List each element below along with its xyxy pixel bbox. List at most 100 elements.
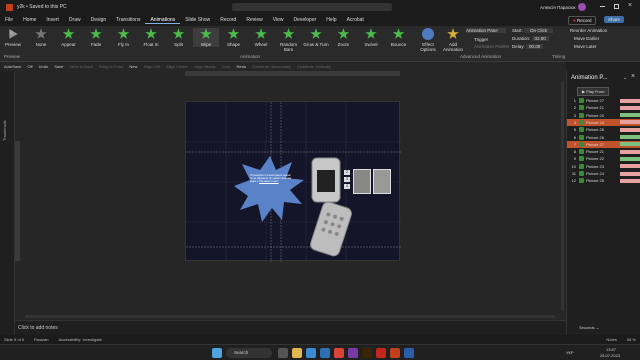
- duration-input[interactable]: 02.00: [531, 36, 549, 41]
- menu-draw[interactable]: Draw: [64, 17, 86, 23]
- qat-off[interactable]: Off: [27, 64, 32, 69]
- delay-input[interactable]: 00.00: [526, 44, 544, 49]
- menu-developer[interactable]: Developer: [288, 17, 321, 23]
- animation-item[interactable]: 3 Picture 20: [567, 112, 640, 119]
- thumbnails-panel[interactable]: Thumbnails: [0, 71, 15, 335]
- qat-align-left[interactable]: Align Left: [143, 64, 160, 69]
- clock-date[interactable]: 28.07.2023: [600, 353, 620, 358]
- animation-item[interactable]: 9 Picture 22: [567, 155, 640, 162]
- task-view-icon[interactable]: [278, 348, 288, 358]
- notes-toggle[interactable]: Notes: [606, 337, 616, 342]
- preview-button[interactable]: Preview: [4, 28, 22, 47]
- animation-pane-button[interactable]: Animation Pane: [466, 28, 506, 33]
- windows-start-icon[interactable]: [212, 348, 222, 358]
- pane-dropdown-icon[interactable]: ⌄: [623, 75, 627, 81]
- acrobat-icon[interactable]: [376, 348, 386, 358]
- qat-bring-to-front[interactable]: Bring to Front: [99, 64, 123, 69]
- animation-timeline-bar[interactable]: [620, 113, 640, 118]
- animation-timeline-bar[interactable]: [620, 120, 640, 125]
- language-indicator[interactable]: Russian: [34, 337, 48, 342]
- trigger-button[interactable]: Trigger: [474, 37, 488, 42]
- effect-swivel[interactable]: Swivel: [358, 28, 384, 47]
- animation-timeline-bar[interactable]: [620, 135, 640, 139]
- slide-canvas[interactable]: Отримувати та виконувати надані та за за…: [15, 71, 566, 320]
- move-earlier-button[interactable]: Move Earlier: [574, 36, 599, 41]
- menu-help[interactable]: Help: [321, 17, 341, 23]
- user-name[interactable]: Алексія Парасюк: [540, 5, 575, 10]
- zoom-level[interactable]: 56 %: [627, 337, 636, 342]
- slide-counter[interactable]: Slide 5 of 5: [4, 337, 24, 342]
- browser-icon[interactable]: [306, 348, 316, 358]
- qat-align-center[interactable]: Align Center: [166, 64, 188, 69]
- effect-shape[interactable]: Shape: [221, 28, 247, 47]
- qat-distribute-vertically[interactable]: Distribute Vertically: [297, 64, 331, 69]
- menu-record[interactable]: Record: [215, 17, 241, 23]
- notes-area[interactable]: Click to add notes: [15, 320, 566, 335]
- menu-home[interactable]: Home: [18, 17, 41, 23]
- taskbar-search[interactable]: Search: [226, 348, 272, 358]
- powerpoint-icon[interactable]: [390, 348, 400, 358]
- animation-item[interactable]: 7 Picture 27: [567, 140, 640, 148]
- effect-grow-turn[interactable]: Grow & Turn: [303, 28, 329, 47]
- burst-link[interactable]: Поставити текст: [259, 180, 279, 183]
- animation-item[interactable]: 4 Picture 24: [567, 118, 640, 126]
- clock-time[interactable]: 13:57: [606, 347, 616, 352]
- menu-animations[interactable]: Animations: [145, 17, 181, 24]
- menu-slideshow[interactable]: Slide Show: [180, 17, 215, 23]
- share-button[interactable]: Share: [604, 16, 625, 23]
- animation-item[interactable]: 11 Picture 24: [567, 170, 640, 177]
- slide[interactable]: Отримувати та виконувати надані та за за…: [185, 101, 401, 262]
- animation-timeline-bar[interactable]: [620, 98, 640, 103]
- animation-timeline-bar[interactable]: [620, 171, 640, 176]
- mail-icon[interactable]: [320, 348, 330, 358]
- effect-wheel[interactable]: Wheel: [248, 28, 274, 47]
- qat-crop[interactable]: Crop: [222, 64, 231, 69]
- menu-file[interactable]: File: [0, 17, 18, 23]
- qat-autosave[interactable]: AutoSave: [4, 64, 21, 69]
- animation-timeline-bar[interactable]: [620, 149, 640, 154]
- chrome-icon[interactable]: [334, 348, 344, 358]
- picture-2[interactable]: [373, 169, 391, 194]
- record-button[interactable]: ● Record: [568, 16, 597, 25]
- effect-random-bars[interactable]: Random Bars: [276, 28, 302, 52]
- word-icon[interactable]: [404, 348, 414, 358]
- qat-new[interactable]: New: [129, 64, 137, 69]
- picture-1[interactable]: [353, 169, 371, 194]
- effect-split[interactable]: Split: [166, 28, 192, 47]
- start-select[interactable]: On Click: [524, 28, 554, 33]
- accessibility-indicator[interactable]: Accessibility: Investigate: [58, 337, 101, 342]
- qat-save[interactable]: Save: [54, 64, 63, 69]
- animation-item[interactable]: 10 Picture 23: [567, 163, 640, 170]
- animation-timeline-bar[interactable]: [620, 164, 640, 169]
- effect-options-button[interactable]: Effect Options: [418, 28, 438, 52]
- animation-item[interactable]: 2 Picture 21: [567, 104, 640, 111]
- menu-design[interactable]: Design: [86, 17, 112, 23]
- animation-timeline-bar[interactable]: [620, 127, 640, 132]
- animation-item[interactable]: 12 Picture 25: [567, 177, 640, 184]
- play-from-button[interactable]: ▶ Play From: [577, 87, 610, 96]
- effect-fly-in[interactable]: Fly In: [111, 28, 137, 47]
- minimize-icon[interactable]: [600, 6, 605, 7]
- qat-align-middle[interactable]: Align Middle: [194, 64, 216, 69]
- avatar[interactable]: [578, 3, 586, 11]
- seconds-dropdown[interactable]: Seconds ⌄: [579, 325, 599, 330]
- animation-timeline-bar[interactable]: [620, 105, 640, 110]
- animation-item[interactable]: 6 Picture 26: [567, 134, 640, 141]
- close-icon[interactable]: ×: [628, 2, 632, 9]
- menu-view[interactable]: View: [268, 17, 289, 23]
- effect-zoom[interactable]: Zoom: [331, 28, 357, 47]
- menu-insert[interactable]: Insert: [41, 17, 64, 23]
- search-box[interactable]: [232, 3, 392, 11]
- input-language[interactable]: УКР: [566, 350, 574, 355]
- menu-review[interactable]: Review: [241, 17, 267, 23]
- effect-bounce[interactable]: Bounce: [386, 28, 412, 47]
- move-later-button[interactable]: Move Later: [574, 44, 597, 49]
- effect-wipe[interactable]: Wipe: [193, 28, 219, 47]
- animation-item[interactable]: 8 Picture 21: [567, 148, 640, 155]
- effect-float-in[interactable]: Float In: [138, 28, 164, 47]
- qat-undo[interactable]: Undo: [39, 64, 49, 69]
- qat-send-to-back[interactable]: Send to Back: [69, 64, 93, 69]
- file-explorer-icon[interactable]: [292, 348, 302, 358]
- effect-appear[interactable]: Appear: [56, 28, 82, 47]
- menu-acrobat[interactable]: Acrobat: [342, 17, 369, 23]
